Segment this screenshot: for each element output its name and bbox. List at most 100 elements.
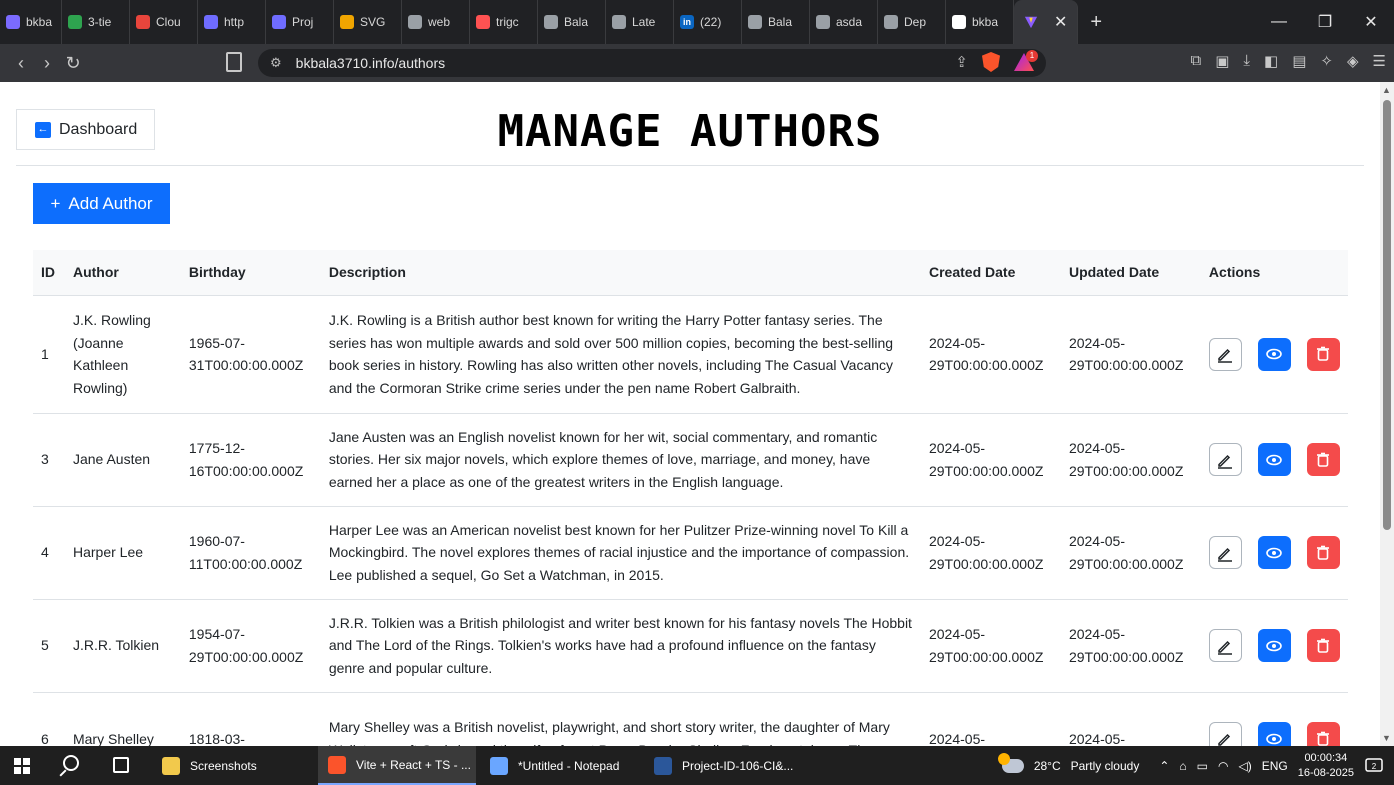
bookmark-icon[interactable] [226,52,242,72]
download-icon[interactable]: ⤓ [1243,52,1250,70]
browser-tab[interactable]: Dep [878,0,946,44]
cell-author: J.K. Rowling (Joanne Kathleen Rowling) [64,294,181,413]
scroll-down-icon[interactable]: ▼ [1382,733,1391,743]
close-tab-icon[interactable]: ✕ [1054,12,1067,32]
rewards-badge: 1 [1026,50,1038,62]
scroll-up-icon[interactable]: ▲ [1382,85,1391,95]
browser-toolbar: ⧉ ▣ ⤓ ◧ ▤ ✧ ◈ ☰ [1191,52,1387,70]
delete-button[interactable] [1306,536,1340,569]
browser-tab[interactable]: in (22) [674,0,742,44]
browser-tab[interactable]: SVG [334,0,402,44]
volume-icon[interactable]: ◁) [1238,759,1251,773]
windows-start-icon[interactable] [14,758,30,774]
scroll-thumb[interactable] [1383,100,1391,530]
address-bar[interactable]: ⚙ bkbala3710.info/authors ⇪ [258,49,1046,77]
browser-tab[interactable]: Bala [538,0,606,44]
taskbar-app[interactable]: Project-ID-106-CI&... [644,746,804,785]
taskbar-app[interactable]: Screenshots [152,746,312,785]
tab-active[interactable]: ✕ [1014,0,1079,44]
cell-updated: 2024-05-29T00:00:00.000Z [1060,294,1201,413]
delete-button[interactable] [1306,337,1340,371]
cell-birthday: 1965-07-31T00:00:00.000Z [180,294,321,413]
browser-tab[interactable]: web [402,0,470,44]
cell-author: Harper Lee [64,505,181,599]
vpn-icon[interactable]: ◈ [1347,52,1359,70]
cell-description: Mary Shelley was a British novelist, pla… [320,691,921,746]
url-text[interactable]: bkbala3710.info/authors [296,55,445,71]
back-icon[interactable]: ‹ [8,53,34,74]
search-icon[interactable] [63,755,79,771]
tab-favicon-icon [952,15,966,29]
menu-icon[interactable]: ☰ [1373,52,1386,70]
network-icon[interactable]: ⌂ [1179,759,1186,773]
browser-tab[interactable]: Clou [130,0,198,44]
browser-tab[interactable]: Proj [266,0,334,44]
chevron-up-icon[interactable]: ⌃ [1159,759,1169,773]
tab-label: Bala [768,15,793,29]
cell-author: J.R.R. Tolkien [64,598,181,692]
delete-button[interactable] [1306,629,1340,662]
brave-shields-icon[interactable] [982,52,1000,72]
notification-center-icon[interactable]: 2 [1364,756,1384,776]
forward-icon[interactable]: › [34,53,60,74]
tab-favicon-icon [6,15,20,29]
tab-label: Dep [904,15,927,29]
taskbar-app[interactable]: *Untitled - Notepad [480,746,640,785]
task-view-icon[interactable] [113,757,129,773]
view-button[interactable] [1257,722,1291,746]
restore-icon[interactable]: ❐ [1302,12,1348,32]
browser-tab[interactable]: bkba [0,0,62,44]
edit-button[interactable] [1208,629,1242,662]
delete-button[interactable] [1306,722,1340,746]
view-button[interactable] [1257,443,1291,476]
site-settings-icon[interactable]: ⚙ [270,55,282,71]
taskbar: Screenshots Vite + React + TS - ... *Untit… [0,746,1394,785]
view-button[interactable] [1257,337,1291,371]
browser-tab[interactable]: trigc [470,0,538,44]
new-tab-button[interactable]: + [1090,11,1102,34]
browser-tab[interactable]: bkba [946,0,1014,44]
edit-button[interactable] [1208,536,1242,569]
taskbar-app[interactable]: Vite + React + TS - ... [318,746,476,785]
trash-icon [1314,637,1332,655]
share-icon[interactable]: ⇪ [955,53,968,71]
browser-tab[interactable]: http [198,0,266,44]
clock[interactable]: 00:00:34 16-08-2025 [1298,751,1354,781]
cell-author: Jane Austen [64,412,181,506]
app-icon [654,756,672,775]
browser-tab[interactable]: 3-tie [62,0,130,44]
reload-icon[interactable]: ↻ [60,53,86,74]
edit-button[interactable] [1208,337,1242,371]
wallet-icon[interactable]: ▤ [1292,52,1306,70]
weather-temp[interactable]: 28°C [1034,759,1061,773]
reader-icon[interactable]: ▣ [1215,52,1229,70]
page-scrollbar[interactable]: ▲ ▼ [1380,82,1394,746]
extensions-icon[interactable]: ⧉ [1191,52,1202,70]
view-button[interactable] [1257,629,1291,662]
edit-button[interactable] [1208,722,1242,746]
browser-tab[interactable]: asda [810,0,878,44]
browser-tab[interactable]: Bala [742,0,810,44]
language-indicator[interactable]: ENG [1262,759,1288,773]
cell-description: Jane Austen was an English novelist know… [320,412,921,506]
close-window-icon[interactable]: ✕ [1348,12,1394,32]
cell-description: J.K. Rowling is a British author best kn… [320,294,921,413]
edit-button[interactable] [1208,443,1242,476]
table-row: 4 Harper Lee 1960-07-11T00:00:00.000Z Ha… [33,505,1348,599]
minimize-icon[interactable]: — [1256,13,1302,31]
weather-text[interactable]: Partly cloudy [1071,759,1140,773]
battery-icon[interactable]: ▭ [1197,759,1208,773]
view-button[interactable] [1257,536,1291,569]
delete-button[interactable] [1306,443,1340,476]
leo-icon[interactable]: ✧ [1320,52,1333,70]
browser-tab[interactable]: Late [606,0,674,44]
sidebar-icon[interactable]: ◧ [1264,52,1278,70]
system-tray: 28°C Partly cloudy ⌃ ⌂ ▭ ◠ ◁) ENG 00:00:… [997,746,1394,785]
col-header-birthday: Birthday [188,264,246,281]
weather-icon[interactable] [997,752,1024,773]
tab-label: Bala [564,15,589,29]
col-header-updated: Updated Date [1068,264,1160,281]
table-row: 5 J.R.R. Tolkien 1954-07-29T00:00:00.000… [33,598,1348,692]
wifi-icon[interactable]: ◠ [1218,759,1228,773]
add-author-button[interactable]: + Add Author [33,183,170,224]
